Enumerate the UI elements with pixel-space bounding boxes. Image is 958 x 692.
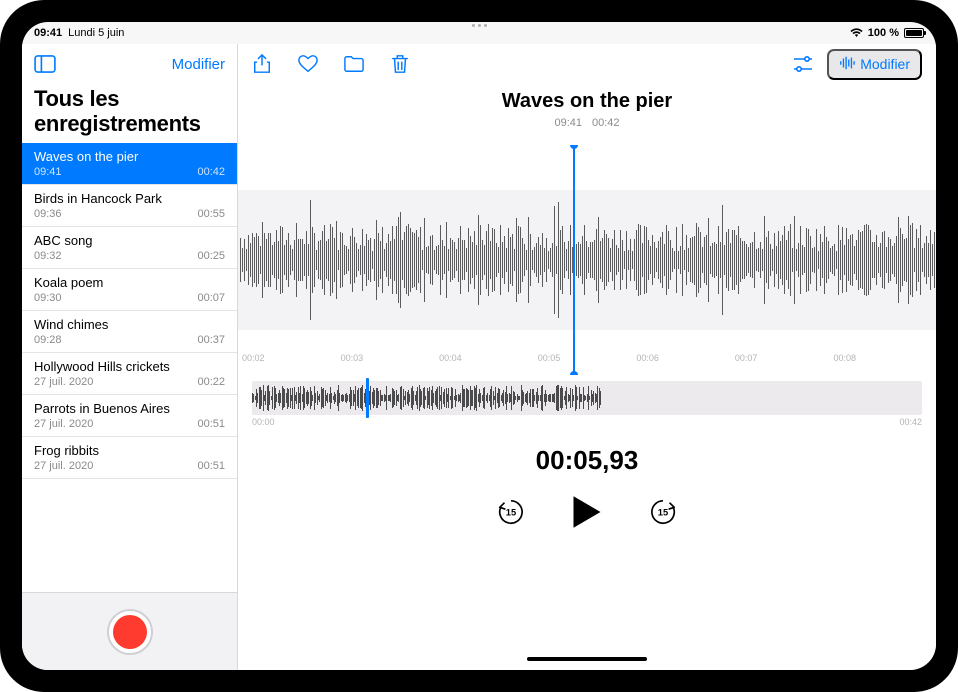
waveform-icon	[839, 56, 855, 73]
home-indicator[interactable]	[527, 657, 647, 661]
item-duration: 00:51	[197, 460, 225, 472]
item-time: 09:28	[34, 334, 62, 346]
transport-controls: 15 15	[238, 494, 936, 530]
item-time: 27 juil. 2020	[34, 418, 93, 430]
list-item[interactable]: Parrots in Buenos Aires 27 juil. 2020 00:…	[22, 395, 237, 437]
recordings-list[interactable]: Waves on the pier 09:41 00:42 Birds in Han…	[22, 143, 237, 592]
list-item[interactable]: Waves on the pier 09:41 00:42	[22, 143, 237, 185]
item-duration: 00:51	[197, 418, 225, 430]
sidebar-title: Tous les enregistrements	[22, 84, 237, 143]
time-tick: 00:04	[439, 353, 538, 371]
play-button[interactable]	[571, 494, 603, 530]
record-button[interactable]	[107, 609, 153, 655]
list-item[interactable]: Hollywood Hills crickets 27 juil. 2020 00…	[22, 353, 237, 395]
battery-pct: 100 %	[868, 27, 899, 39]
item-title: Hollywood Hills crickets	[34, 359, 225, 374]
time-tick: 00:05	[538, 353, 637, 371]
overview-start: 00:00	[252, 417, 275, 427]
record-area	[22, 592, 237, 670]
waveform-zoom[interactable]: 00:0200:0300:0400:0500:0600:0700:08	[238, 145, 936, 375]
battery-icon	[904, 28, 924, 38]
item-duration: 00:07	[197, 292, 225, 304]
edit-recording-label: Modifier	[860, 56, 910, 72]
main-panel: Modifier Waves on the pier 09:41 00:42 0…	[238, 44, 936, 670]
list-item[interactable]: Koala poem 09:30 00:07	[22, 269, 237, 311]
wifi-icon	[850, 28, 863, 38]
item-duration: 00:42	[197, 166, 225, 178]
time-tick: 00:08	[833, 353, 932, 371]
item-time: 09:41	[34, 166, 62, 178]
folder-button[interactable]	[344, 54, 364, 74]
delete-button[interactable]	[390, 54, 410, 74]
time-tick: 00:02	[242, 353, 341, 371]
edit-recording-button[interactable]: Modifier	[827, 49, 922, 80]
sidebar-edit-button[interactable]: Modifier	[172, 56, 225, 73]
item-title: Frog ribbits	[34, 443, 225, 458]
item-title: Koala poem	[34, 275, 225, 290]
overview-ticks: 00:00 00:42	[252, 417, 922, 427]
playhead[interactable]	[573, 145, 575, 375]
item-title: Parrots in Buenos Aires	[34, 401, 225, 416]
sidebar-toggle-button[interactable]	[34, 55, 56, 73]
time-ticks: 00:0200:0300:0400:0500:0600:0700:08	[238, 353, 936, 371]
item-title: Waves on the pier	[34, 149, 225, 164]
current-time: 00:05,93	[238, 445, 936, 476]
item-time: 27 juil. 2020	[34, 460, 93, 472]
overview-end: 00:42	[899, 417, 922, 427]
item-title: Wind chimes	[34, 317, 225, 332]
svg-text:15: 15	[658, 508, 668, 518]
list-item[interactable]: Birds in Hancock Park 09:36 00:55	[22, 185, 237, 227]
record-dot-icon	[113, 615, 147, 649]
item-duration: 00:37	[197, 334, 225, 346]
sidebar: Modifier Tous les enregistrements Waves …	[22, 44, 238, 670]
recording-meta: 09:41 00:42	[238, 117, 936, 129]
item-time: 09:36	[34, 208, 62, 220]
overview-playhead[interactable]	[366, 378, 369, 418]
skip-back-15-button[interactable]: 15	[497, 498, 525, 526]
item-time: 09:30	[34, 292, 62, 304]
time-tick: 00:03	[341, 353, 440, 371]
item-duration: 00:55	[197, 208, 225, 220]
share-button[interactable]	[252, 54, 272, 74]
list-item[interactable]: Frog ribbits 27 juil. 2020 00:51	[22, 437, 237, 479]
time-tick: 00:07	[735, 353, 834, 371]
favorite-button[interactable]	[298, 54, 318, 74]
item-title: ABC song	[34, 233, 225, 248]
list-item[interactable]: Wind chimes 09:28 00:37	[22, 311, 237, 353]
item-time: 09:32	[34, 250, 62, 262]
options-button[interactable]	[793, 54, 813, 74]
skip-forward-15-button[interactable]: 15	[649, 498, 677, 526]
recording-time: 09:41	[554, 117, 582, 129]
waveform-overview[interactable]	[252, 381, 922, 415]
item-time: 27 juil. 2020	[34, 376, 93, 388]
recording-title: Waves on the pier	[238, 90, 936, 113]
svg-text:15: 15	[506, 508, 516, 518]
item-duration: 00:25	[197, 250, 225, 262]
recording-duration: 00:42	[592, 117, 620, 129]
status-date: Lundi 5 juin	[68, 27, 124, 39]
multitasking-dots[interactable]	[22, 24, 936, 27]
item-title: Birds in Hancock Park	[34, 191, 225, 206]
status-time: 09:41	[34, 27, 62, 39]
time-tick: 00:06	[636, 353, 735, 371]
list-item[interactable]: ABC song 09:32 00:25	[22, 227, 237, 269]
item-duration: 00:22	[197, 376, 225, 388]
